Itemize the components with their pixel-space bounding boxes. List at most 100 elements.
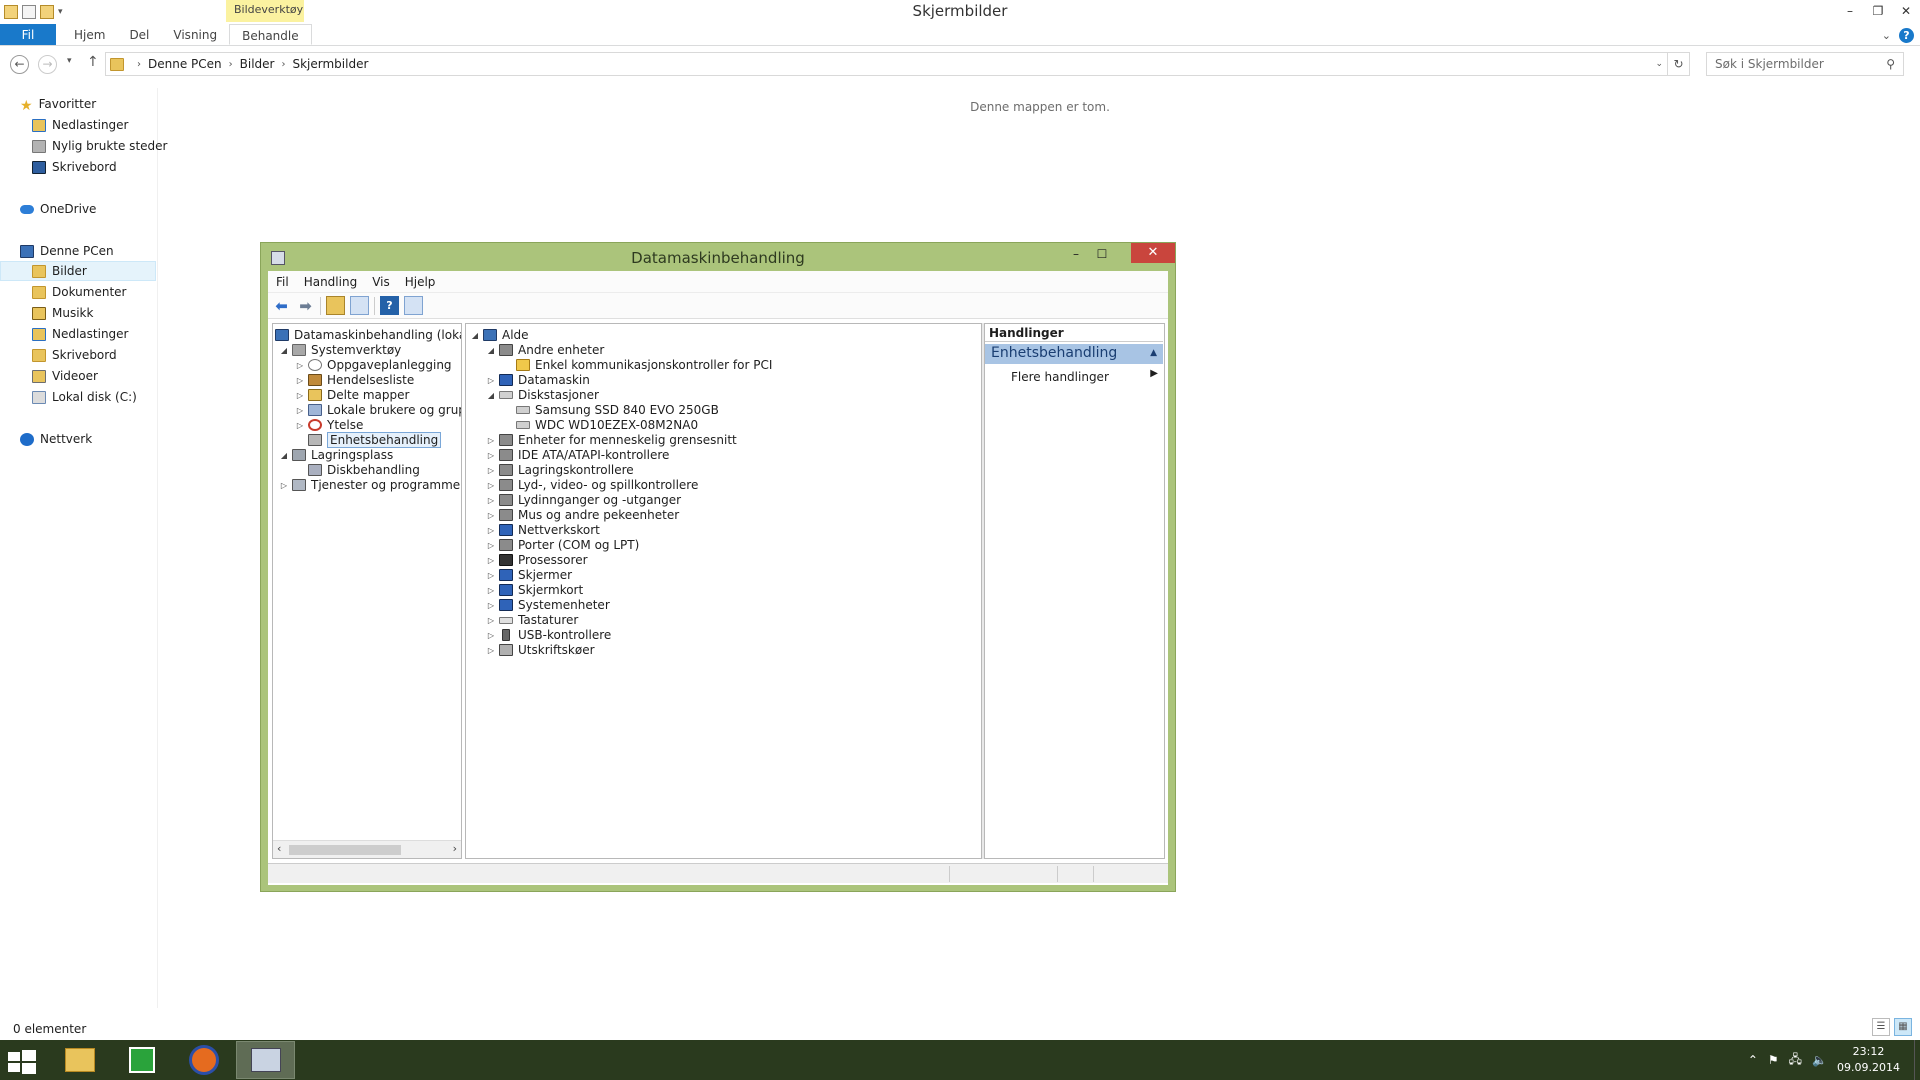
more-actions-link[interactable]: Flere handlinger: [1011, 370, 1109, 384]
tab-home[interactable]: Hjem: [62, 24, 117, 45]
device-label: WDC WD10EZEX-08M2NA0: [535, 418, 699, 432]
minimize-button[interactable]: –: [1836, 0, 1864, 22]
up-folder-icon[interactable]: [326, 296, 345, 315]
nav-videos[interactable]: Videoer: [0, 366, 156, 386]
help-icon[interactable]: ?: [380, 296, 399, 315]
expand-icon[interactable]: ▷: [486, 466, 496, 475]
show-hide-tree-icon[interactable]: [350, 296, 369, 315]
nav-desktop[interactable]: Skrivebord: [0, 157, 156, 177]
scroll-thumb[interactable]: [289, 845, 401, 855]
expand-icon[interactable]: ▷: [486, 541, 496, 550]
menu-file[interactable]: Fil: [276, 275, 289, 289]
collapse-icon[interactable]: ◢: [279, 346, 289, 355]
network-icon: [20, 432, 34, 446]
expand-icon[interactable]: ▷: [295, 421, 305, 430]
menu-view[interactable]: Vis: [372, 275, 390, 289]
expand-icon[interactable]: ▷: [486, 451, 496, 460]
tab-share[interactable]: Del: [117, 24, 161, 45]
menu-action[interactable]: Handling: [304, 275, 358, 289]
breadcrumb-thispc[interactable]: Denne PCen: [148, 57, 222, 71]
expand-icon[interactable]: ▷: [486, 511, 496, 520]
expand-ribbon-icon[interactable]: ⌄: [1882, 29, 1891, 42]
forward-arrow-icon[interactable]: ➡: [296, 296, 315, 315]
address-bar[interactable]: › Denne PCen › Bilder › Skjermbilder ⌄: [105, 52, 1668, 76]
scroll-left-icon[interactable]: ‹: [277, 842, 281, 855]
nav-downloads[interactable]: Nedlastinger: [0, 115, 156, 135]
nav-network[interactable]: Nettverk: [0, 429, 156, 449]
forward-button[interactable]: →: [38, 55, 57, 74]
expand-icon[interactable]: ▷: [486, 646, 496, 655]
expand-icon[interactable]: ▷: [486, 481, 496, 490]
expand-icon[interactable]: ▷: [486, 496, 496, 505]
back-button[interactable]: ←: [10, 55, 29, 74]
scroll-right-icon[interactable]: ›: [453, 842, 457, 855]
refresh-button[interactable]: ↻: [1668, 52, 1690, 76]
start-button[interactable]: [8, 1050, 36, 1074]
flag-icon[interactable]: ⚑: [1768, 1053, 1779, 1067]
tab-view[interactable]: Visning: [161, 24, 229, 45]
expand-icon[interactable]: ▷: [279, 481, 289, 490]
taskbar-computer-management[interactable]: [236, 1041, 295, 1079]
show-hide-action-pane-icon[interactable]: [404, 296, 423, 315]
nav-documents[interactable]: Dokumenter: [0, 282, 156, 302]
taskbar-store[interactable]: [112, 1041, 171, 1079]
collapse-icon[interactable]: ◢: [486, 391, 496, 400]
clock[interactable]: 23:12 09.09.2014: [1837, 1044, 1900, 1076]
expand-icon[interactable]: ▷: [486, 571, 496, 580]
nav-onedrive[interactable]: OneDrive: [0, 199, 156, 219]
expand-icon[interactable]: ▷: [295, 406, 305, 415]
nav-desktop-pc[interactable]: Skrivebord: [0, 345, 156, 365]
nav-pictures[interactable]: Bilder: [0, 261, 156, 281]
cm-maximize-button[interactable]: ☐: [1090, 247, 1114, 265]
restore-button[interactable]: ❐: [1864, 0, 1892, 22]
expand-icon[interactable]: ▷: [486, 586, 496, 595]
tree-services-apps[interactable]: ▷ Tjenester og programmer: [279, 476, 461, 494]
back-arrow-icon[interactable]: ⬅: [272, 296, 291, 315]
volume-icon[interactable]: 🔈: [1812, 1053, 1827, 1067]
show-hidden-icons-icon[interactable]: ⌃: [1748, 1053, 1758, 1067]
collapse-icon[interactable]: ◢: [470, 331, 480, 340]
submenu-arrow-icon[interactable]: ▶: [1150, 368, 1158, 379]
breadcrumb-screenshots[interactable]: Skjermbilder: [292, 57, 368, 71]
taskbar-firefox[interactable]: [174, 1041, 233, 1079]
nav-music[interactable]: Musikk: [0, 303, 156, 323]
search-input[interactable]: Søk i Skjermbilder ⚲: [1706, 52, 1904, 76]
network-icon[interactable]: 🖧: [1789, 1050, 1802, 1071]
close-button[interactable]: ✕: [1892, 0, 1920, 22]
recent-locations-icon[interactable]: ▾: [67, 56, 72, 66]
expand-icon[interactable]: ▷: [486, 436, 496, 445]
collapse-icon[interactable]: ◢: [279, 451, 289, 460]
nav-thispc[interactable]: Denne PCen: [0, 241, 156, 261]
collapse-up-icon[interactable]: ▲: [1150, 348, 1157, 358]
show-desktop-button[interactable]: [1914, 1040, 1920, 1080]
horizontal-scrollbar[interactable]: ‹ ›: [273, 840, 461, 858]
expand-icon[interactable]: ▷: [486, 616, 496, 625]
help-icon[interactable]: ?: [1899, 27, 1914, 43]
expand-icon[interactable]: ▷: [486, 376, 496, 385]
nav-recent-places[interactable]: Nylig brukte steder: [0, 136, 167, 156]
expand-icon[interactable]: ▷: [295, 391, 305, 400]
expand-icon[interactable]: ▷: [486, 601, 496, 610]
expand-icon[interactable]: ▷: [486, 556, 496, 565]
breadcrumb-pictures[interactable]: Bilder: [240, 57, 275, 71]
device-print-queues[interactable]: ▷ Utskriftskøer: [486, 641, 595, 659]
taskbar-file-explorer[interactable]: [50, 1041, 109, 1079]
nav-favorites[interactable]: ★ Favoritter: [0, 94, 156, 114]
details-view-icon[interactable]: ☰: [1872, 1018, 1890, 1036]
large-icons-view-icon[interactable]: ▦: [1894, 1018, 1912, 1036]
collapse-icon[interactable]: ◢: [486, 346, 496, 355]
expand-icon[interactable]: ▷: [295, 361, 305, 370]
up-button[interactable]: ↑: [87, 54, 99, 70]
tab-file[interactable]: Fil: [0, 24, 56, 45]
cm-minimize-button[interactable]: –: [1064, 247, 1088, 265]
menu-help[interactable]: Hjelp: [405, 275, 436, 289]
address-dropdown-icon[interactable]: ⌄: [1655, 59, 1663, 69]
nav-local-disk[interactable]: Lokal disk (C:): [0, 387, 156, 407]
cm-close-button[interactable]: ✕: [1131, 243, 1175, 263]
expand-icon[interactable]: ▷: [295, 376, 305, 385]
expand-icon[interactable]: ▷: [486, 631, 496, 640]
actions-section-device-manager[interactable]: Enhetsbehandling ▲: [985, 344, 1163, 364]
nav-downloads-pc[interactable]: Nedlastinger: [0, 324, 156, 344]
tab-manage[interactable]: Behandle: [229, 24, 312, 45]
expand-icon[interactable]: ▷: [486, 526, 496, 535]
